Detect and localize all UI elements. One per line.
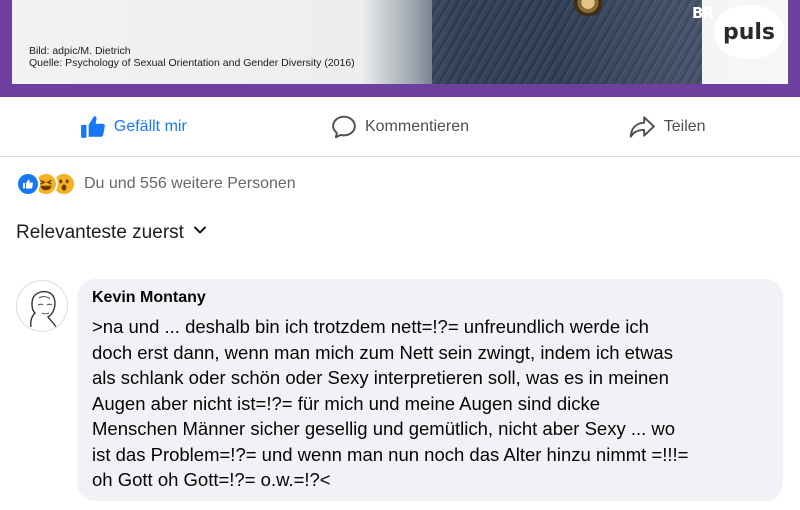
comment-button[interactable]: Kommentieren — [267, 97, 534, 156]
comment-bubble: Kevin Montany >na und ... deshalb bin ic… — [77, 279, 783, 501]
share-label: Teilen — [663, 117, 706, 135]
image-credit: Bild: adpic/M. Dietrich Quelle: Psycholo… — [29, 45, 355, 69]
comment-text: >na und ... deshalb bin ich trotzdem net… — [92, 316, 689, 490]
reaction-summary[interactable]: Du und 556 weitere Personen — [16, 172, 296, 196]
commenter-avatar[interactable] — [16, 280, 68, 332]
like-label: Gefällt mir — [113, 117, 187, 135]
denim-texture — [432, 0, 702, 84]
puls-logo: puls — [714, 6, 784, 58]
reaction-summary-text: Du und 556 weitere Personen — [84, 175, 296, 192]
share-button[interactable]: Teilen — [533, 97, 800, 156]
share-arrow-icon — [628, 114, 656, 140]
like-button[interactable]: Gefällt mir — [0, 97, 267, 156]
comment-sort-dropdown[interactable]: Relevanteste zuerst — [16, 222, 208, 244]
post-photo[interactable]: Bild: adpic/M. Dietrich Quelle: Psycholo… — [12, 0, 788, 84]
comment-author[interactable]: Kevin Montany — [92, 288, 768, 308]
thumbs-up-icon — [80, 114, 106, 140]
like-reaction-icon — [16, 172, 40, 196]
sort-label: Relevanteste zuerst — [16, 222, 184, 243]
comment-label: Kommentieren — [364, 117, 470, 135]
puls-logo-text: puls — [722, 19, 776, 45]
post-image[interactable]: Bild: adpic/M. Dietrich Quelle: Psycholo… — [0, 0, 800, 97]
chevron-down-icon — [192, 222, 208, 244]
br-logo: BR — [692, 4, 714, 22]
post-action-bar: Gefällt mir Kommentieren Teilen — [0, 97, 800, 157]
image-credit-line-2: Quelle: Psychology of Sexual Orientation… — [29, 57, 355, 69]
comment-icon — [331, 114, 357, 140]
image-credit-line-1: Bild: adpic/M. Dietrich — [29, 45, 131, 57]
